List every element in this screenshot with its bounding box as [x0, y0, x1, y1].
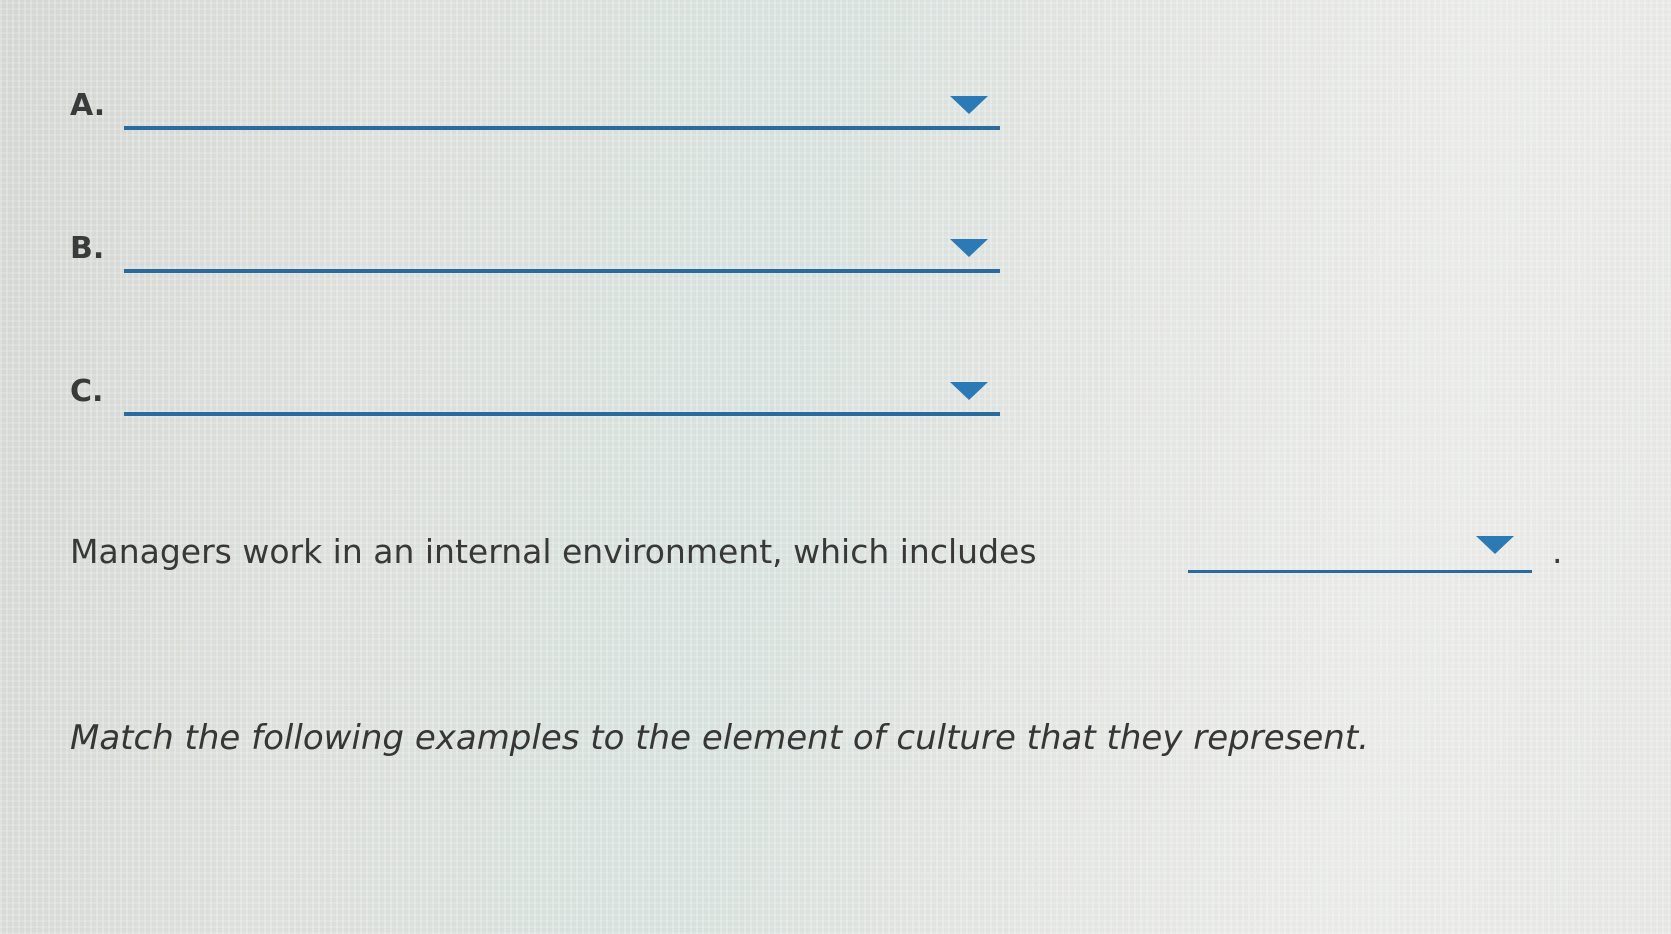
item-row-c: C.: [70, 374, 1010, 424]
question-text: Managers work in an internal environment…: [70, 532, 1037, 571]
question-panel: A. B. C. Managers work in an internal en…: [0, 0, 1671, 934]
item-letter-a: A.: [70, 88, 106, 123]
internal-environment-question: Managers work in an internal environment…: [70, 530, 1563, 580]
caret-down-icon: [950, 96, 988, 114]
instruction-text: Match the following examples to the elem…: [70, 718, 1369, 758]
caret-down-icon: [950, 239, 988, 257]
dropdown-c[interactable]: [124, 374, 1000, 416]
item-row-b: B.: [70, 231, 1010, 281]
caret-down-icon: [1476, 536, 1514, 554]
sentence-period: .: [1552, 532, 1563, 571]
dropdown-a[interactable]: [124, 88, 1000, 130]
item-letter-b: B.: [70, 231, 105, 266]
internal-environment-dropdown[interactable]: [1188, 530, 1532, 573]
caret-down-icon: [950, 382, 988, 400]
item-row-a: A.: [70, 88, 1010, 138]
item-letter-c: C.: [70, 374, 104, 409]
dropdown-b[interactable]: [124, 231, 1000, 273]
